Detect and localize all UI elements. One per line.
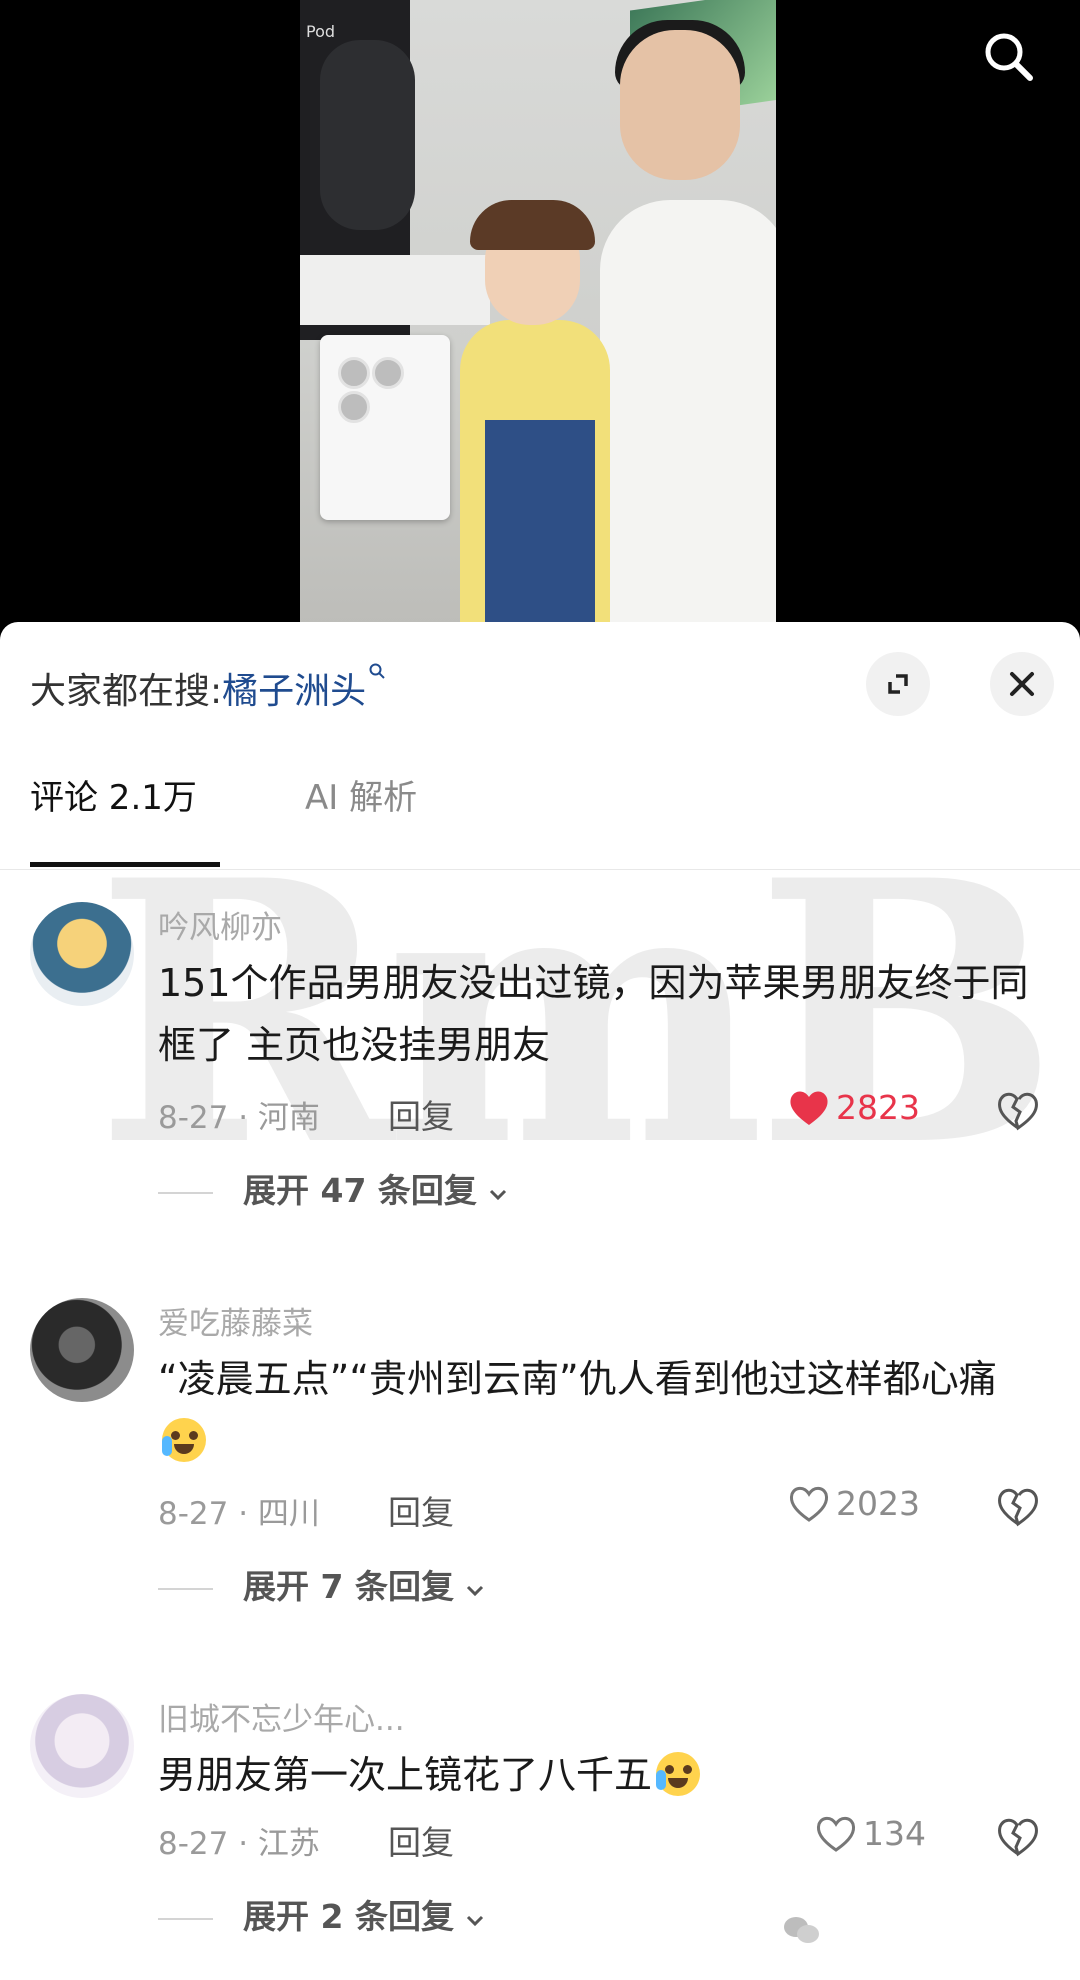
expand-sheet-button[interactable] — [866, 652, 930, 716]
like-button[interactable]: 2023 — [788, 1484, 920, 1523]
like-button[interactable]: 2823 — [788, 1088, 920, 1127]
expand-icon — [888, 674, 908, 694]
small-search-icon — [369, 663, 385, 679]
reply-button[interactable]: 回复 — [388, 1486, 454, 1534]
homepod-speaker — [320, 40, 415, 230]
search-icon[interactable] — [980, 28, 1036, 84]
like-button[interactable]: 134 — [815, 1814, 926, 1853]
man-head — [620, 30, 740, 180]
avatar[interactable] — [30, 1298, 134, 1402]
suggested-search-keyword[interactable]: 橘子洲头 — [222, 671, 366, 712]
avatar[interactable] — [30, 1694, 134, 1798]
comment-text-content: “凌晨五点”“贵州到云南”仇人看到他过这样都心痛 — [158, 1357, 997, 1401]
comment-username[interactable]: 爱吃藤藤菜 — [158, 1298, 313, 1343]
broken-heart-icon[interactable] — [995, 1484, 1041, 1530]
wechat-logo-icon — [784, 1917, 819, 1943]
chevron-down-icon — [467, 1915, 484, 1927]
comment-text-content: 男朋友第一次上镜花了八千五 — [158, 1753, 653, 1797]
expand-replies[interactable]: 展开 2 条回复 — [158, 1890, 485, 1938]
expand-replies-label: 展开 2 条回复 — [243, 1897, 454, 1936]
crying-laughing-emoji-icon — [162, 1418, 206, 1462]
active-tab-indicator — [30, 862, 220, 867]
chevron-down-icon — [467, 1585, 484, 1597]
suggested-search-prefix: 大家都在搜: — [30, 671, 223, 712]
heart-filled-icon — [790, 1091, 828, 1125]
video-area[interactable]: Pod — [0, 0, 1080, 625]
like-count: 2023 — [836, 1484, 920, 1523]
broken-heart-icon[interactable] — [995, 1088, 1041, 1134]
comment-item: 爱吃藤藤菜 “凌晨五点”“贵州到云南”仇人看到他过这样都心痛 8-27 · 四川… — [0, 1298, 1080, 1606]
phone-box — [320, 335, 450, 520]
heart-outline-icon — [790, 1486, 828, 1522]
comment-item: 旧城不忘少年心... 男朋友第一次上镜花了八千五 8-27 · 江苏 回复 13… — [0, 1694, 1080, 1954]
comment-text: “凌晨五点”“贵州到云南”仇人看到他过这样都心痛 — [158, 1348, 1038, 1472]
man-figure — [600, 200, 776, 625]
chevron-down-icon — [490, 1189, 507, 1201]
crying-emoji-icon — [656, 1752, 701, 1796]
heart-outline-icon — [817, 1816, 855, 1852]
expand-replies[interactable]: 展开 47 条回复 — [158, 1164, 508, 1212]
comment-sheet: 大家都在搜:橘子洲头 评论 2.1万 AI 解析 RmB 吟风柳亦 151个作品… — [0, 622, 1080, 1980]
expand-replies[interactable]: 展开 7 条回复 — [158, 1560, 485, 1608]
like-count: 134 — [863, 1814, 926, 1853]
like-count: 2823 — [836, 1088, 920, 1127]
comment-username[interactable]: 吟风柳亦 — [158, 902, 282, 947]
expand-replies-label: 展开 47 条回复 — [243, 1171, 477, 1210]
comment-text: 男朋友第一次上镜花了八千五 — [158, 1744, 1038, 1806]
reply-button[interactable]: 回复 — [388, 1816, 454, 1864]
woman-hat — [470, 200, 595, 250]
comment-username[interactable]: 旧城不忘少年心... — [158, 1694, 405, 1739]
close-button[interactable] — [990, 652, 1054, 716]
tab-comments[interactable]: 评论 2.1万 — [30, 770, 197, 819]
comment-date-location: 8-27 · 江苏 — [158, 1826, 320, 1862]
comment-text: 151个作品男朋友没出过镜，因为苹果男朋友终于同框了 主页也没挂男朋友 — [158, 961, 1029, 1067]
tab-ai-analysis[interactable]: AI 解析 — [305, 770, 417, 819]
comment-item: 吟风柳亦 151个作品男朋友没出过镜，因为苹果男朋友终于同框了 主页也没挂男朋友… — [0, 902, 1080, 1210]
close-icon — [1010, 672, 1034, 696]
expand-replies-label: 展开 7 条回复 — [243, 1567, 454, 1606]
video-frame: Pod — [300, 0, 776, 625]
tab-bar: 评论 2.1万 AI 解析 — [0, 770, 1080, 832]
store-shelf — [300, 255, 490, 325]
comment-date-location: 8-27 · 河南 — [158, 1100, 320, 1136]
broken-heart-icon[interactable] — [995, 1814, 1041, 1860]
comment-date-location: 8-27 · 四川 — [158, 1496, 320, 1532]
reply-button[interactable]: 回复 — [388, 1090, 454, 1138]
photo-pod-label: Pod — [306, 22, 336, 41]
avatar[interactable] — [30, 902, 134, 1006]
suggested-search[interactable]: 大家都在搜:橘子洲头 — [30, 662, 386, 714]
woman-overalls — [485, 420, 595, 625]
tab-divider — [0, 869, 1080, 870]
